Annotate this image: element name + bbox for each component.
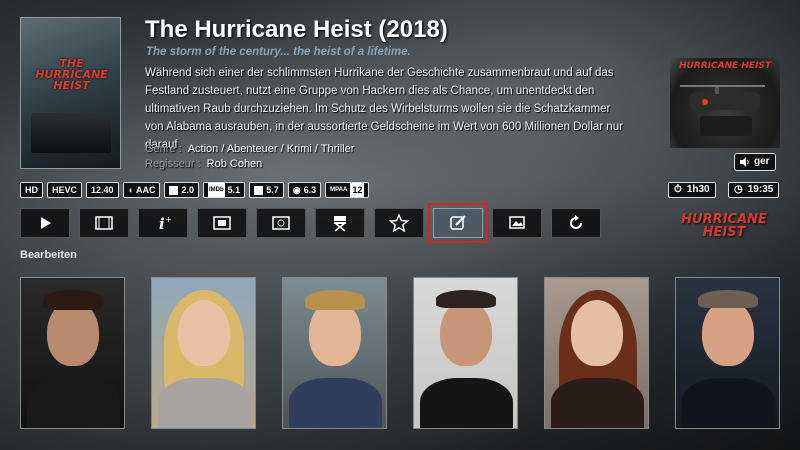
info-plus-icon: i + bbox=[159, 215, 172, 232]
movie-title: The Hurricane Heist (2018) bbox=[145, 16, 448, 43]
refresh-icon bbox=[570, 215, 582, 229]
poster-truck-art bbox=[31, 113, 111, 153]
tmdb-icon bbox=[254, 185, 264, 195]
aac-icon: ◖ bbox=[127, 185, 133, 195]
runtime-badge: ⏱ 1h30 bbox=[668, 182, 716, 198]
tmdb-rating-badge: 5.7 bbox=[249, 182, 284, 198]
edit-icon bbox=[450, 215, 466, 230]
actor-hair bbox=[43, 290, 103, 310]
actor-face bbox=[178, 300, 230, 366]
movie-set-button[interactable] bbox=[256, 208, 306, 238]
stopwatch-icon: ⏱ bbox=[674, 184, 682, 195]
audio-codec-badge: ◖ AAC bbox=[122, 182, 161, 198]
star-icon bbox=[389, 214, 409, 232]
actor-silhouette bbox=[551, 378, 644, 428]
actor-silhouette bbox=[420, 378, 513, 428]
cast-member-3[interactable] bbox=[282, 277, 387, 429]
hevc-badge: HEVC bbox=[47, 182, 83, 198]
cast-member-2[interactable] bbox=[151, 277, 256, 429]
actor-hair bbox=[305, 290, 365, 310]
audio-language-text: ger bbox=[754, 156, 770, 167]
poster-title: THE HURRICANE HEIST bbox=[35, 57, 108, 92]
helicopter-art bbox=[680, 85, 765, 136]
imdb-rating-badge: IMDb 5.1 bbox=[203, 182, 246, 198]
cast-member-1[interactable] bbox=[20, 277, 125, 429]
speaker-icon bbox=[740, 157, 749, 167]
channels-badge: 2.0 bbox=[164, 182, 199, 198]
actor-silhouette bbox=[682, 378, 775, 428]
images-button[interactable] bbox=[492, 208, 542, 238]
imdb-icon: IMDb bbox=[208, 183, 225, 197]
play-button[interactable] bbox=[20, 208, 70, 238]
film-icon bbox=[213, 216, 231, 230]
refresh-button[interactable] bbox=[551, 208, 601, 238]
cast-member-5[interactable] bbox=[544, 277, 649, 429]
info-button[interactable]: i + bbox=[138, 208, 188, 238]
film-strip-icon bbox=[95, 216, 113, 230]
edit-button[interactable] bbox=[428, 203, 488, 243]
audio-language-badge: ger bbox=[734, 153, 776, 171]
action-toolbar: i + bbox=[20, 203, 601, 243]
genre-row: Genre : Action / Abenteuer / Krimi / Thri… bbox=[145, 143, 354, 155]
mpaa-badge: MPAA 12 bbox=[325, 182, 370, 198]
genre-value: Action / Abenteuer / Krimi / Thriller bbox=[187, 143, 355, 155]
actor-face bbox=[702, 300, 754, 366]
movie-tagline: The storm of the century... the heist of… bbox=[146, 46, 411, 58]
director-row: Regisseur : Rob Cohen bbox=[145, 158, 262, 170]
trailer-button[interactable] bbox=[79, 208, 129, 238]
svg-text:+: + bbox=[165, 215, 172, 224]
hurricane-heist-logo: HURRICANE HEIST bbox=[681, 212, 767, 240]
play-icon bbox=[41, 217, 51, 229]
channels-icon bbox=[169, 185, 179, 195]
resolution-badge: 12.40 bbox=[86, 182, 119, 198]
director-label: Regisseur : bbox=[145, 158, 201, 170]
actor-hair bbox=[698, 290, 758, 308]
actor-hair bbox=[436, 290, 496, 308]
tomato-icon: ◉ bbox=[292, 185, 301, 195]
actor-silhouette bbox=[158, 378, 251, 428]
movie-set-icon bbox=[272, 216, 290, 230]
media-flags: HD HEVC 12.40 ◖ AAC 2.0 IMDb 5.1 5.7 ◉ 6.3 … bbox=[20, 182, 370, 198]
cast-row bbox=[20, 277, 780, 429]
clock-icon: ◷ bbox=[734, 184, 743, 195]
favorite-button[interactable] bbox=[374, 208, 424, 238]
director-chair-icon bbox=[334, 216, 346, 232]
actor-silhouette bbox=[289, 378, 382, 428]
hd-badge: HD bbox=[20, 182, 43, 198]
cast-member-6[interactable] bbox=[675, 277, 780, 429]
movie-poster: THE HURRICANE HEIST bbox=[20, 17, 121, 169]
images-icon bbox=[509, 216, 525, 229]
rt-rating-badge: ◉ 6.3 bbox=[287, 182, 322, 198]
focused-action-label: Bearbeiten bbox=[20, 249, 77, 261]
genre-label: Genre : bbox=[145, 143, 182, 155]
actor-face bbox=[440, 300, 492, 366]
cast-member-4[interactable] bbox=[413, 277, 518, 429]
movie-plot: Während sich einer der schlimmsten Hurri… bbox=[145, 67, 623, 151]
director-button[interactable] bbox=[315, 208, 365, 238]
extras-button[interactable] bbox=[197, 208, 247, 238]
actor-face bbox=[571, 300, 623, 366]
director-value: Rob Cohen bbox=[206, 158, 263, 170]
actor-silhouette bbox=[27, 378, 120, 428]
end-time-badge: ◷ 19:35 bbox=[728, 182, 780, 198]
clearart-logo: HURRICANE HEIST bbox=[670, 58, 780, 148]
